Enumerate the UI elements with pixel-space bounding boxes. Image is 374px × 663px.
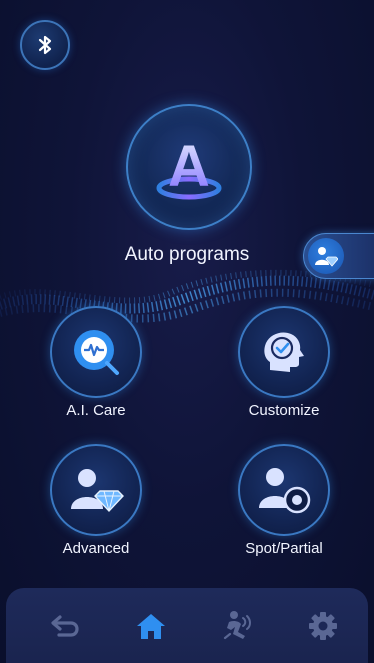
- spot-partial-button[interactable]: [238, 444, 330, 536]
- ai-care-label: A.I. Care: [66, 402, 126, 419]
- nav-home-button[interactable]: [131, 606, 171, 646]
- nav-massage-button[interactable]: [218, 606, 258, 646]
- advanced-button[interactable]: [50, 444, 142, 536]
- spot-partial-label: Spot/Partial: [245, 540, 323, 557]
- auto-letter: A: [168, 134, 210, 199]
- bluetooth-button[interactable]: [20, 20, 70, 70]
- ai-scan-icon: [74, 330, 119, 375]
- nav-back-button[interactable]: [44, 606, 84, 646]
- user-diamond-icon: [71, 469, 124, 513]
- massage-icon: [223, 611, 251, 640]
- advanced-label: Advanced: [62, 540, 130, 557]
- app-screen: A Auto programs A.I. Care Customize Adva…: [0, 0, 374, 663]
- home-icon: [137, 614, 165, 639]
- auto-program-icon: A: [156, 134, 222, 200]
- head-check-icon: [264, 332, 304, 372]
- customize-button[interactable]: [238, 306, 330, 398]
- customize-label: Customize: [248, 402, 320, 419]
- user-target-icon: [259, 468, 311, 514]
- back-icon: [51, 615, 79, 637]
- ai-care-button[interactable]: [50, 306, 142, 398]
- auto-programs-button[interactable]: A: [126, 104, 252, 230]
- bottom-nav: [6, 588, 368, 663]
- bluetooth-icon: [38, 35, 52, 55]
- side-tab-button[interactable]: [303, 233, 374, 279]
- settings-icon: [309, 612, 337, 640]
- side-tab-badge: [308, 238, 344, 274]
- nav-settings-button[interactable]: [303, 606, 343, 646]
- user-diamond-icon: [315, 247, 338, 267]
